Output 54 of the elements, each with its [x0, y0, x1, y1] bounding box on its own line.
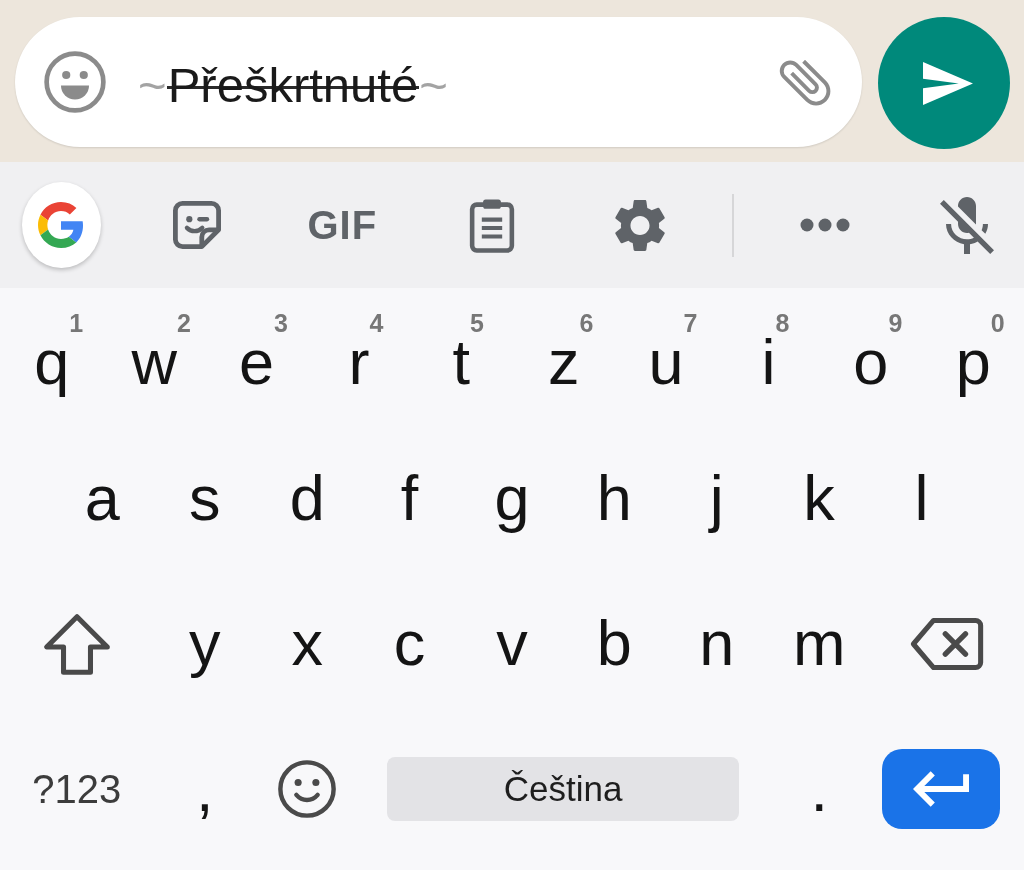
multicolor-g-icon: [38, 202, 85, 248]
space-bar[interactable]: Čeština: [387, 757, 739, 822]
character-key[interactable]: h: [596, 466, 632, 530]
voice-input-button[interactable]: [940, 196, 994, 254]
character-key[interactable]: k: [803, 466, 835, 530]
format-marker: ~: [419, 56, 448, 114]
character-key[interactable]: b: [596, 612, 632, 676]
number-hint: 0: [990, 311, 1005, 337]
backspace-key[interactable]: [910, 615, 985, 672]
number-hint: 3: [274, 311, 288, 337]
number-hint: 6: [579, 311, 594, 337]
emoji-key[interactable]: [278, 760, 337, 819]
symbols-key[interactable]: ?123: [32, 767, 122, 812]
clipboard-icon: [469, 197, 516, 253]
format-marker: ~: [138, 56, 167, 114]
character-key[interactable]: s: [189, 466, 221, 530]
character-key[interactable]: c: [393, 612, 426, 676]
sticker-icon: [172, 201, 221, 249]
emoji-button[interactable]: [44, 51, 106, 113]
number-hint: 5: [470, 311, 484, 337]
clipboard-button[interactable]: [469, 197, 516, 253]
number-hint: 1: [69, 311, 84, 337]
smiley-icon: [44, 51, 106, 113]
character-key[interactable]: m: [792, 612, 846, 676]
gif-button[interactable]: GIF: [307, 205, 378, 245]
shift-arrow-icon: [42, 612, 111, 675]
number-hint: 7: [683, 311, 698, 337]
smiley-icon: [278, 760, 337, 819]
settings-icon: [615, 198, 666, 252]
enter-arrow-icon: [913, 771, 970, 808]
character-key[interactable]: l: [914, 466, 929, 530]
send-icon: [923, 61, 973, 105]
number-hint: 2: [176, 311, 191, 337]
character-key[interactable]: y: [189, 612, 221, 676]
character-key[interactable]: n: [699, 612, 735, 676]
character-key[interactable]: a: [84, 466, 120, 530]
enter-key[interactable]: [882, 749, 1001, 830]
sticker-button[interactable]: [172, 201, 221, 249]
number-hint: 8: [775, 311, 790, 337]
number-hint: 9: [888, 311, 903, 337]
backspace-icon: [910, 615, 985, 672]
shift-key[interactable]: [42, 612, 111, 675]
mic-off-icon: [940, 196, 994, 254]
more-icon: [800, 218, 850, 232]
character-key[interactable]: .: [810, 757, 828, 821]
settings-button[interactable]: [615, 198, 666, 252]
logo-button[interactable]: [22, 182, 101, 268]
character-key[interactable]: d: [289, 466, 325, 530]
more-button[interactable]: [800, 218, 850, 232]
character-key[interactable]: x: [291, 612, 323, 676]
character-key[interactable]: f: [400, 466, 419, 530]
character-key[interactable]: v: [496, 612, 528, 676]
character-key[interactable]: ,: [196, 757, 214, 821]
number-hint: 4: [369, 311, 384, 337]
